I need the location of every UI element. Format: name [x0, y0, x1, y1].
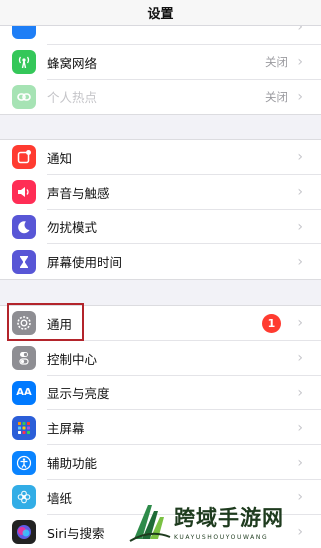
settings-row-label: 蜂窝网络 — [47, 55, 98, 71]
chevron-right-icon: › — [297, 88, 303, 105]
siri-icon — [12, 520, 36, 545]
cellular-antenna-icon — [12, 50, 36, 75]
settings-row-accessibility[interactable]: 辅助功能 › — [0, 445, 321, 480]
nav-bar: 设置 — [0, 0, 321, 26]
hotspot-status: 关闭 — [265, 89, 288, 104]
chevron-right-icon: › — [297, 253, 303, 270]
page-title: 设置 — [147, 7, 174, 22]
speaker-icon — [12, 180, 36, 205]
chevron-right-icon: › — [297, 54, 303, 71]
chevron-right-icon: › — [297, 419, 303, 436]
settings-row-label: 显示与亮度 — [47, 386, 110, 402]
update-badge: 1 — [262, 313, 281, 333]
settings-row-label: 勿扰模式 — [47, 220, 98, 236]
chevron-right-icon: › — [297, 384, 303, 401]
settings-row-notifications[interactable]: 通知 › — [0, 140, 321, 175]
text-size-icon: AA — [12, 380, 36, 405]
settings-row-display[interactable]: AA 显示与亮度 › — [0, 376, 321, 411]
notifications-group: 通知 › 声音与触感 › 勿扰模式 › 屏幕使用时间 › — [0, 139, 321, 281]
toggles-icon — [12, 346, 36, 371]
settings-row-label: 辅助功能 — [47, 456, 98, 472]
settings-row-label: 主屏幕 — [47, 421, 85, 437]
accessibility-icon — [12, 450, 36, 475]
settings-row-label: 声音与触感 — [47, 185, 110, 201]
settings-row-screentime[interactable]: 屏幕使用时间 › — [0, 244, 321, 279]
chevron-right-icon: › — [297, 454, 303, 471]
settings-row-label: 控制中心 — [47, 351, 98, 367]
settings-row-control-center[interactable]: 控制中心 › — [0, 341, 321, 376]
settings-row-label: Siri与搜索 — [47, 525, 105, 541]
watermark-title: 跨域手游网 — [174, 504, 284, 530]
chevron-right-icon: › — [297, 315, 303, 332]
chevron-right-icon: › — [297, 184, 303, 201]
settings-row-hotspot[interactable]: 个人热点 关闭 › — [0, 80, 321, 115]
settings-row-home-screen[interactable]: 主屏幕 › — [0, 410, 321, 446]
watermark-logo-icon — [129, 505, 171, 542]
hourglass-icon — [12, 249, 36, 274]
highlight-box — [7, 303, 84, 341]
chevron-right-icon: › — [297, 218, 303, 235]
watermark-subtitle: KUAYUSHOUYOUWANG — [174, 533, 269, 541]
settings-row-label: 通知 — [47, 150, 73, 166]
hotspot-link-icon — [12, 84, 36, 109]
watermark: 跨域手游网 KUAYUSHOUYOUWANG — [128, 494, 321, 548]
settings-row-sounds[interactable]: 声音与触感 › — [0, 175, 321, 210]
flower-icon — [12, 485, 36, 510]
notification-icon — [12, 145, 36, 170]
settings-row-cellular[interactable]: 蜂窝网络 关闭 › — [0, 45, 321, 80]
app-grid-icon — [12, 415, 36, 440]
chevron-right-icon: › — [297, 149, 303, 166]
settings-row-label: 个人热点 — [47, 90, 98, 106]
settings-row-label: 墙纸 — [47, 490, 73, 506]
settings-row-label: 屏幕使用时间 — [47, 255, 123, 271]
moon-icon — [12, 214, 36, 239]
settings-row-dnd[interactable]: 勿扰模式 › — [0, 210, 321, 245]
chevron-right-icon: › — [297, 350, 303, 367]
cellular-status: 关闭 — [265, 55, 288, 70]
